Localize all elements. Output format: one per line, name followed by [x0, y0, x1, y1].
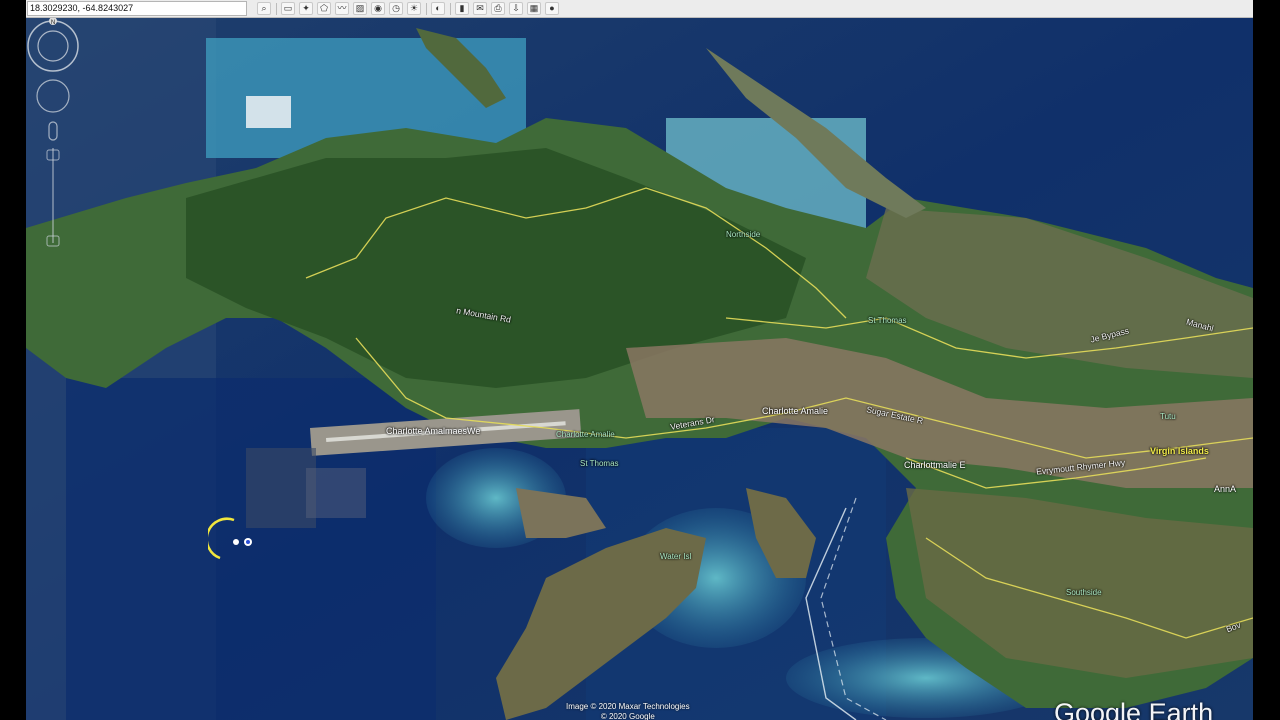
placemark-icon[interactable]: ✦ [299, 2, 313, 15]
navigation-controls[interactable]: N [26, 18, 82, 258]
svg-text:N: N [51, 20, 55, 26]
sidebar-icon[interactable]: ▭ [281, 2, 295, 15]
maps-icon[interactable]: ▦ [527, 2, 541, 15]
search-icon[interactable]: ⌕ [257, 2, 271, 15]
label-charlotte-e: Charlottmalie E [904, 460, 966, 470]
map-view[interactable]: Charlotte Amalie Charlotte AmalmaesWe Ch… [26, 18, 1253, 720]
historical-imagery-icon[interactable]: ◷ [389, 2, 403, 15]
google-earth-logo: Google Earth [1054, 698, 1214, 720]
toolbar-separator [276, 2, 277, 15]
satellite-imagery [26, 18, 1253, 720]
path-icon[interactable]: 〰 [335, 2, 349, 15]
label-northside: Northside [726, 230, 761, 239]
ruler-icon[interactable]: ▮ [455, 2, 469, 15]
save-image-icon[interactable]: ⇩ [509, 2, 523, 15]
look-joystick-icon [27, 20, 79, 72]
label-tutu: Tutu [1160, 412, 1176, 421]
planets-icon[interactable]: ◐ [431, 2, 445, 15]
overlay-icon[interactable]: ▨ [353, 2, 367, 15]
print-icon[interactable]: ⎙ [491, 2, 505, 15]
polygon-icon[interactable]: ⬠ [317, 2, 331, 15]
label-charlotte-amalie-west: Charlotte AmalmaesWe [386, 426, 481, 436]
toolbar-separator [450, 2, 451, 15]
sunlight-icon[interactable]: ☀ [407, 2, 421, 15]
toolbar-buttons: ⌕ ▭ ✦ ⬠ 〰 ▨ ◉ ◷ ☀ ◐ ▮ ✉ ⎙ ⇩ ▦ ● [253, 2, 559, 15]
toolbar: 18.3029230, -64.8243027 ⌕ ▭ ✦ ⬠ 〰 ▨ ◉ ◷ ☀ ◐ ▮ ✉ ⎙ ⇩ ▦ ● [26, 0, 1253, 18]
label-charlotte-amalie-small: Charlotte Amalie [556, 430, 615, 439]
label-southside: Southside [1066, 588, 1102, 597]
label-charlotte-amalie: Charlotte Amalie [762, 406, 829, 416]
coordinates-field[interactable]: 18.3029230, -64.8243027 [27, 1, 247, 16]
label-st-thomas-2: St Thomas [868, 316, 907, 325]
earth-icon[interactable]: ● [545, 2, 559, 15]
label-water-island: Water Isl [660, 552, 692, 561]
location-marker-icon[interactable] [208, 514, 258, 568]
tour-icon[interactable]: ◉ [371, 2, 385, 15]
move-joystick-icon [36, 79, 70, 113]
label-st-thomas: St Thomas [580, 459, 619, 468]
toolbar-separator [426, 2, 427, 15]
street-view-icon [48, 121, 58, 141]
label-ann: AnnA [1214, 484, 1237, 494]
imagery-credits: Image © 2020 Maxar Technologies © 2020 G… [566, 702, 690, 720]
email-icon[interactable]: ✉ [473, 2, 487, 15]
label-virgin-islands: Virgin Islands [1150, 446, 1209, 456]
